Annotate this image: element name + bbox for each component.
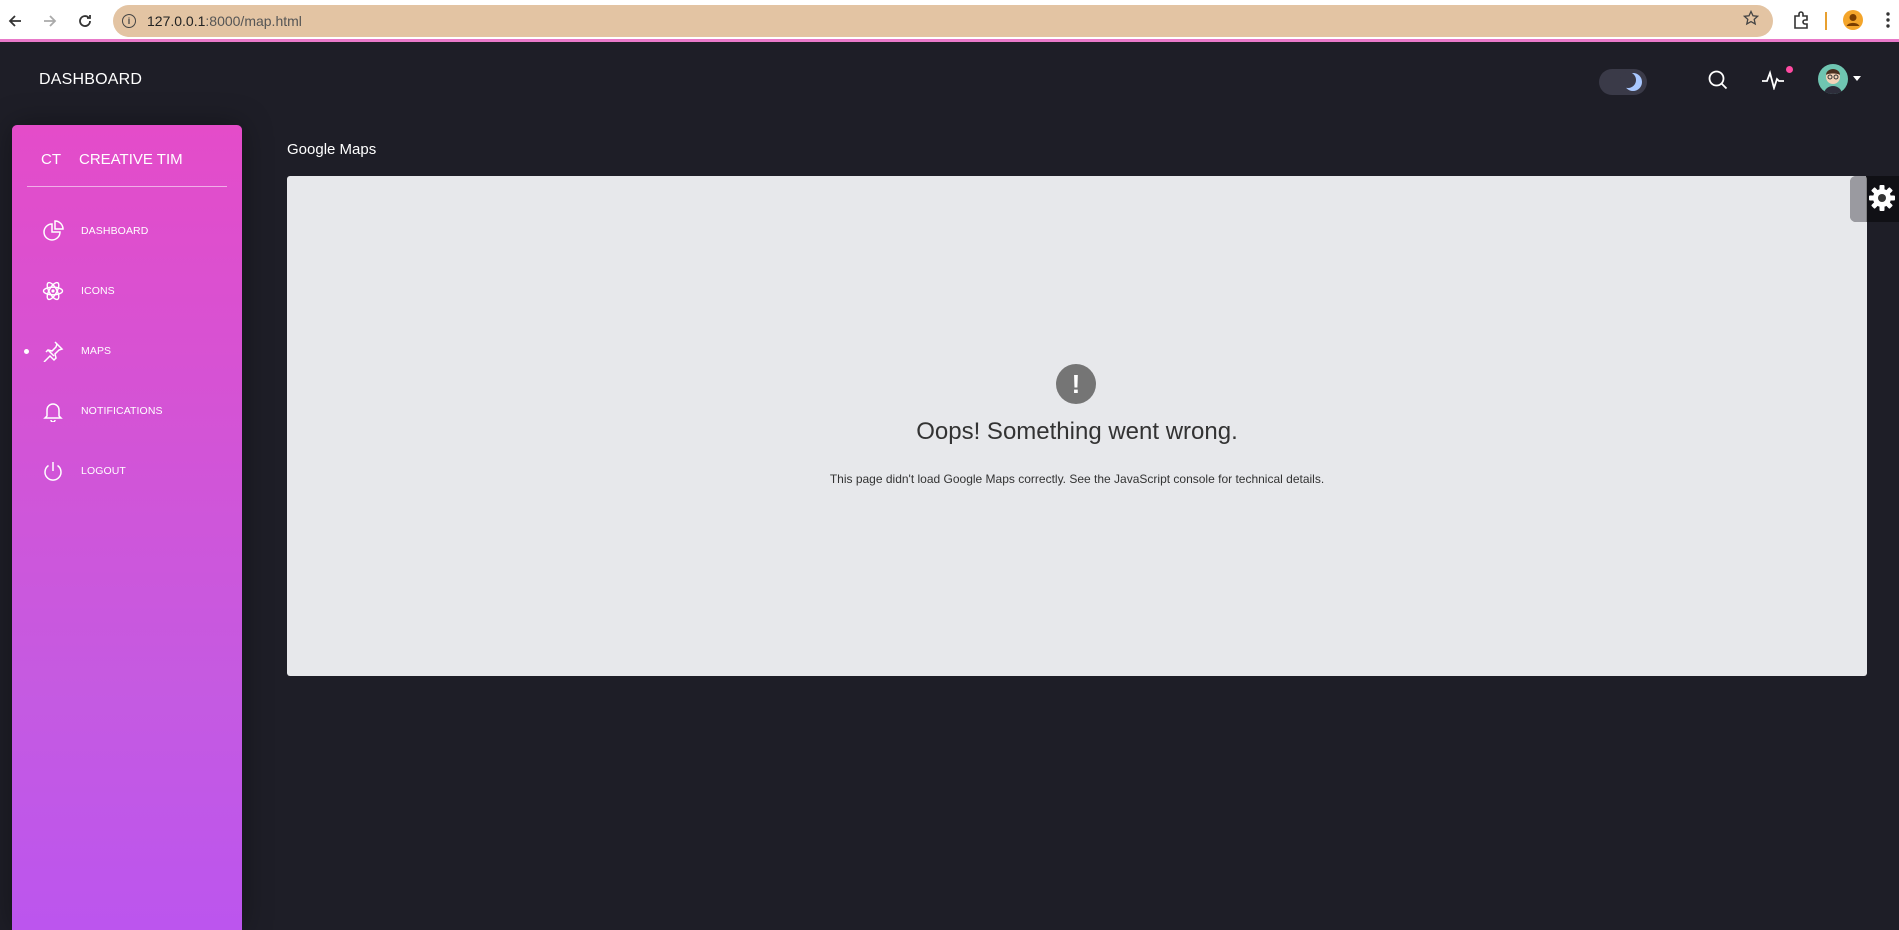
- power-icon: [40, 458, 66, 484]
- sidebar-logo[interactable]: CT CREATIVE TIM: [12, 147, 242, 173]
- gear-icon[interactable]: [1867, 183, 1897, 218]
- sidebar-item-dashboard[interactable]: DASHBOARD: [12, 211, 242, 251]
- notification-dot: [1786, 66, 1793, 73]
- logo-mini[interactable]: CT: [41, 151, 61, 168]
- sidebar-item-label: DASHBOARD: [81, 225, 149, 237]
- activity-icon[interactable]: [1760, 67, 1786, 93]
- profile-icon[interactable]: [1841, 8, 1865, 32]
- sidebar-item-maps[interactable]: MAPS: [12, 331, 242, 371]
- page-title: Google Maps: [287, 141, 377, 158]
- bookmark-star-icon[interactable]: [1742, 9, 1760, 31]
- url-text[interactable]: 127.0.0.1:8000/map.html: [147, 13, 302, 29]
- site-info-icon[interactable]: i: [122, 14, 136, 28]
- url-path: :8000/map.html: [205, 13, 302, 29]
- sidebar-item-icons[interactable]: ICONS: [12, 271, 242, 311]
- settings-plugin-button[interactable]: [1850, 176, 1899, 222]
- browser-toolbar: i 127.0.0.1:8000/map.html: [0, 0, 1899, 42]
- address-bar[interactable]: i 127.0.0.1:8000/map.html: [113, 5, 1773, 37]
- settings-grip: [1850, 176, 1866, 222]
- sidebar: CT CREATIVE TIM DASHBOARD ICONS MAPS NOT…: [12, 125, 242, 930]
- back-icon[interactable]: [4, 10, 26, 32]
- menu-icon[interactable]: [1881, 8, 1895, 32]
- sidebar-item-label: ICONS: [81, 285, 115, 297]
- error-icon: !: [1056, 364, 1096, 404]
- sidebar-divider: [27, 186, 227, 187]
- sidebar-item-label: MAPS: [81, 345, 112, 357]
- extensions-icon[interactable]: [1790, 8, 1812, 32]
- sidebar-item-logout[interactable]: LOGOUT: [12, 451, 242, 491]
- sidebar-item-label: LOGOUT: [81, 465, 126, 477]
- pin-icon: [40, 338, 66, 364]
- sidebar-item-label: NOTIFICATIONS: [81, 405, 163, 417]
- reload-icon[interactable]: [74, 10, 96, 32]
- atom-icon: [40, 278, 66, 304]
- navbar-brand[interactable]: DASHBOARD: [39, 71, 142, 89]
- url-host: 127.0.0.1: [147, 13, 206, 29]
- search-icon[interactable]: [1705, 67, 1731, 93]
- map-container[interactable]: ! Oops! Something went wrong. This page …: [287, 176, 1867, 676]
- chart-pie-icon: [40, 218, 66, 244]
- logo-normal[interactable]: CREATIVE TIM: [79, 151, 183, 168]
- error-title: Oops! Something went wrong.: [916, 418, 1238, 445]
- sidebar-item-notifications[interactable]: NOTIFICATIONS: [12, 391, 242, 431]
- dark-mode-toggle[interactable]: [1599, 69, 1647, 95]
- bell-icon: [40, 398, 66, 424]
- active-indicator: [24, 348, 29, 354]
- forward-icon[interactable]: [39, 10, 61, 32]
- toolbar-divider: [1825, 12, 1827, 30]
- avatar[interactable]: [1818, 64, 1848, 94]
- chevron-down-icon[interactable]: [1853, 76, 1861, 81]
- moon-icon: [1620, 72, 1642, 91]
- top-navbar: DASHBOARD: [0, 45, 1899, 117]
- error-message: This page didn't load Google Maps correc…: [829, 472, 1325, 486]
